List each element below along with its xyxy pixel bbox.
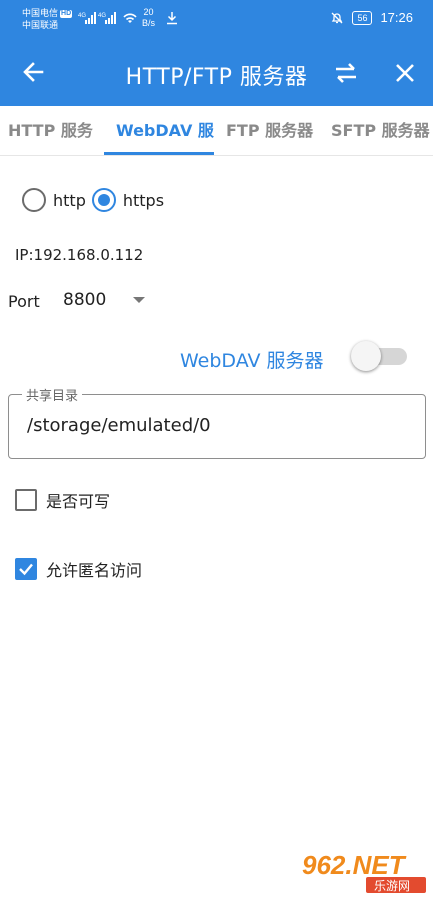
- watermark-subtitle: 乐游网: [374, 879, 410, 893]
- status-bar: 中国电信 HD 中国联通 4G 4G 20 B/s 56 17:26: [0, 0, 433, 38]
- tab-indicator: [104, 152, 214, 155]
- tab-webdav[interactable]: WebDAV 服: [116, 106, 214, 155]
- checkmark-icon: [19, 563, 33, 576]
- close-icon[interactable]: [391, 59, 419, 87]
- dropdown-arrow-icon: [133, 297, 145, 303]
- tab-bar: HTTP 服务 WebDAV 服 FTP 服务器 SFTP 服务器: [0, 106, 433, 156]
- switch-thumb: [351, 341, 381, 371]
- speed-value: 20: [143, 7, 154, 17]
- mute-bell-icon: [331, 12, 343, 23]
- port-value: 8800: [63, 290, 107, 310]
- tab-ftp[interactable]: FTP 服务器: [226, 106, 313, 155]
- download-icon: [167, 12, 177, 25]
- watermark-logo-text: 962.NET: [302, 850, 407, 880]
- ip-address: IP:192.168.0.112: [15, 246, 144, 264]
- clock: 17:26: [380, 10, 413, 25]
- tab-http[interactable]: HTTP 服务: [8, 106, 93, 155]
- app-bar: HTTP/FTP 服务器: [0, 38, 433, 106]
- network-type-1: 4G: [78, 13, 86, 19]
- protocol-radio-group: http https: [22, 188, 170, 212]
- page-title: HTTP/FTP 服务器: [125, 65, 308, 90]
- server-switch-label: WebDAV 服务器: [180, 350, 324, 372]
- carrier-2: 中国联通: [22, 20, 59, 30]
- anonymous-checkbox[interactable]: [15, 558, 37, 580]
- battery-icon: 56: [352, 10, 373, 25]
- port-label: Port: [8, 292, 40, 311]
- shared-dir-legend: 共享目录: [22, 385, 83, 404]
- https-radio-label[interactable]: https: [123, 191, 164, 210]
- anonymous-option[interactable]: 允许匿名访问: [15, 557, 142, 581]
- writable-label: 是否可写: [46, 492, 111, 511]
- http-radio-label[interactable]: http: [53, 191, 86, 210]
- port-dropdown[interactable]: 8800: [63, 290, 153, 314]
- writable-checkbox[interactable]: [15, 489, 37, 511]
- carrier-1: 中国电信: [22, 8, 59, 18]
- signal-icon-2: 4G: [98, 12, 116, 24]
- server-toggle-switch[interactable]: [351, 341, 407, 371]
- signal-icon: 4G: [78, 12, 96, 24]
- swap-icon[interactable]: [332, 59, 360, 87]
- site-watermark-logo: 962.NET 乐游网: [294, 848, 429, 896]
- writable-option[interactable]: 是否可写: [15, 488, 110, 512]
- carrier-info: 中国电信 HD 中国联通: [22, 7, 73, 31]
- shared-dir-value: /storage/emulated/0: [27, 415, 211, 436]
- network-type-2: 4G: [98, 13, 106, 19]
- https-radio[interactable]: [91, 188, 116, 212]
- tab-sftp[interactable]: SFTP 服务器: [331, 106, 430, 155]
- status-right: 56 17:26: [330, 10, 413, 25]
- http-radio[interactable]: [22, 188, 46, 212]
- wifi-icon: [123, 13, 137, 23]
- hd-badge: HD: [60, 10, 73, 18]
- network-speed: 20 B/s: [142, 7, 155, 29]
- anonymous-label: 允许匿名访问: [46, 561, 143, 580]
- speed-unit: B/s: [142, 18, 156, 28]
